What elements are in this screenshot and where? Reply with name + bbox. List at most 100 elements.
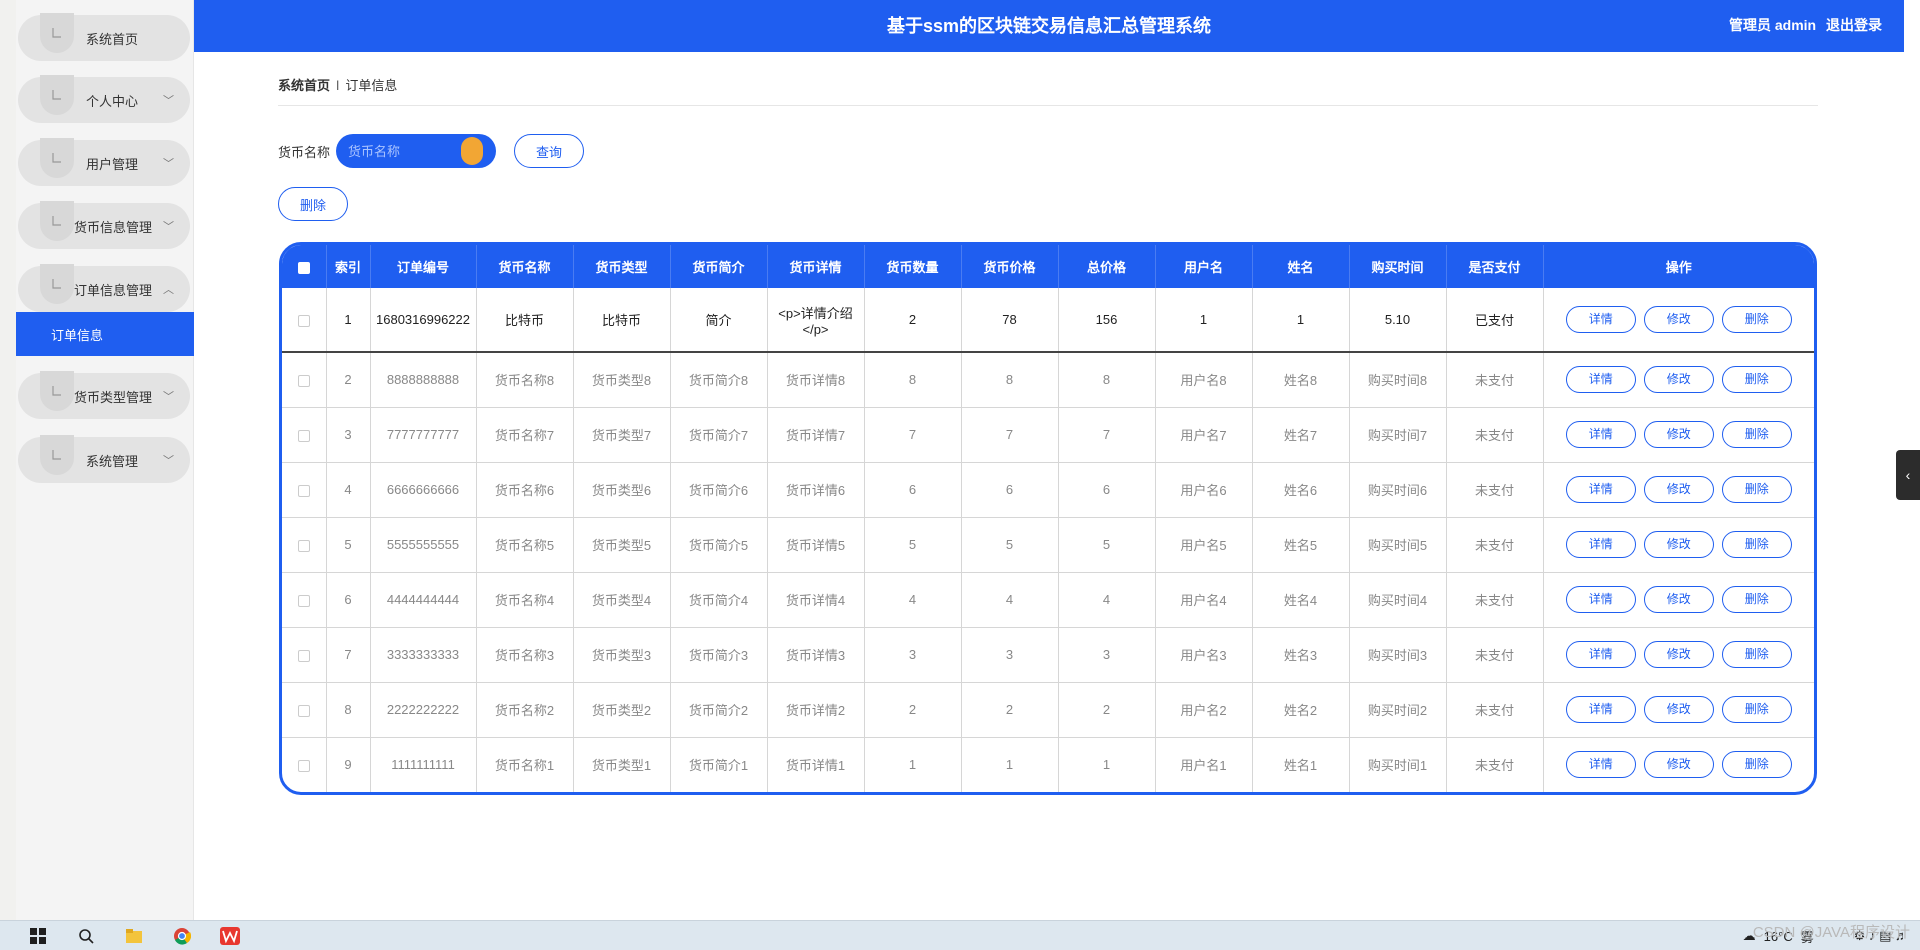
delete-button[interactable]: 删除 xyxy=(1721,641,1792,668)
row-actions: 详情 修改 删除 xyxy=(1543,737,1814,792)
delete-button[interactable]: 删除 xyxy=(1721,476,1792,503)
edit-button[interactable]: 修改 xyxy=(1643,421,1714,448)
detail-button[interactable]: 详情 xyxy=(1565,306,1636,333)
row-checkbox[interactable] xyxy=(297,759,310,772)
row-checkbox[interactable] xyxy=(297,539,310,552)
table-cell: 用户名5 xyxy=(1155,517,1253,573)
wps-icon[interactable] xyxy=(220,926,240,946)
table-cell: 5555555555 xyxy=(370,517,477,573)
windows-start-icon[interactable] xyxy=(28,926,48,946)
row-select-cell[interactable] xyxy=(282,407,327,463)
table-cell: 用户名6 xyxy=(1155,462,1253,518)
detail-button[interactable]: 详情 xyxy=(1565,476,1636,503)
table-cell: 购买时间3 xyxy=(1349,627,1447,683)
row-checkbox[interactable] xyxy=(297,429,310,442)
detail-button[interactable]: 详情 xyxy=(1565,641,1636,668)
row-checkbox[interactable] xyxy=(297,314,310,327)
sidebar-item-label: 货币类型管理 xyxy=(74,389,153,405)
edit-button[interactable]: 修改 xyxy=(1643,641,1714,668)
row-actions: 详情 修改 删除 xyxy=(1543,682,1814,738)
menu-bubble-icon xyxy=(40,201,74,241)
sidebar-item-users[interactable]: 用户管理 ﹀ xyxy=(18,138,190,186)
edit-button[interactable]: 修改 xyxy=(1643,306,1714,333)
detail-button[interactable]: 详情 xyxy=(1565,696,1636,723)
row-select-cell[interactable] xyxy=(282,737,327,792)
table-cell: 1 xyxy=(961,737,1059,792)
detail-button[interactable]: 详情 xyxy=(1565,751,1636,779)
row-select-cell[interactable] xyxy=(282,627,327,683)
delete-button[interactable]: 删除 xyxy=(1721,421,1792,448)
edit-button[interactable]: 修改 xyxy=(1643,531,1714,558)
table-row: 4 6666666666 货币名称6 货币类型6 货币简介6 货币详情6 6 6 6 用户名6 姓名… xyxy=(282,462,1814,518)
file-explorer-icon[interactable] xyxy=(124,926,144,946)
edit-button[interactable]: 修改 xyxy=(1643,476,1714,503)
sidebar-subitem-order-info[interactable]: 订单信息 xyxy=(16,312,194,356)
table-row: 2 8888888888 货币名称8 货币类型8 货币简介8 货币详情8 8 8 8 用户名8 姓名… xyxy=(282,352,1814,408)
user-area: 管理员 admin 退出登录 xyxy=(1723,0,1882,50)
sidebar-item-label: 个人中心 xyxy=(86,93,139,109)
sidebar-item-currency-info[interactable]: 货币信息管理 ﹀ xyxy=(18,201,190,249)
table-cell: 2 xyxy=(864,682,962,738)
row-select-cell[interactable] xyxy=(282,352,327,408)
sidebar-item-orders[interactable]: 订单信息管理 ︿ xyxy=(18,264,190,312)
row-select-cell[interactable] xyxy=(282,462,327,518)
sidebar-item-currency-type[interactable]: 货币类型管理 ﹀ xyxy=(18,371,190,419)
table-row: 6 4444444444 货币名称4 货币类型4 货币简介4 货币详情4 4 4 4 用户名4 姓名… xyxy=(282,572,1814,628)
table-cell: 姓名2 xyxy=(1252,682,1350,738)
table-cell: 2 xyxy=(326,352,371,408)
edit-button[interactable]: 修改 xyxy=(1643,696,1714,723)
row-select-cell[interactable] xyxy=(282,517,327,573)
detail-button[interactable]: 详情 xyxy=(1565,366,1636,394)
delete-button[interactable]: 删除 xyxy=(1721,306,1792,333)
logout-link[interactable]: 退出登录 xyxy=(1826,17,1882,33)
table-cell: 6666666666 xyxy=(370,462,477,518)
table-cell: 货币详情8 xyxy=(767,352,865,408)
edit-button[interactable]: 修改 xyxy=(1643,751,1714,779)
sidebar-item-profile[interactable]: 个人中心 ﹀ xyxy=(18,75,190,123)
row-select-cell[interactable] xyxy=(282,682,327,738)
select-all-header[interactable] xyxy=(282,245,327,288)
table-cell: 8 xyxy=(864,352,962,408)
edit-button[interactable]: 修改 xyxy=(1643,586,1714,613)
orders-table: 索引 订单编号 货币名称 货币类型 货币简介 货币详情 货币数量 货币价格 总价… xyxy=(279,242,1817,795)
row-checkbox[interactable] xyxy=(297,484,310,497)
sidebar-item-system[interactable]: 系统管理 ﹀ xyxy=(18,435,190,483)
batch-delete-button[interactable]: 删除 xyxy=(278,187,348,221)
edit-button[interactable]: 修改 xyxy=(1643,366,1714,394)
delete-button[interactable]: 删除 xyxy=(1721,531,1792,558)
chrome-icon[interactable] xyxy=(172,926,192,946)
admin-label: 管理员 admin xyxy=(1728,17,1817,33)
column-header: 索引 xyxy=(326,245,371,288)
detail-button[interactable]: 详情 xyxy=(1565,421,1636,448)
row-checkbox[interactable] xyxy=(297,594,310,607)
table-cell: 货币简介7 xyxy=(670,407,768,463)
row-checkbox[interactable] xyxy=(297,649,310,662)
table-cell: 货币详情6 xyxy=(767,462,865,518)
table-cell: 4 xyxy=(864,572,962,628)
select-all-checkbox[interactable] xyxy=(297,261,310,274)
delete-button[interactable]: 删除 xyxy=(1721,696,1792,723)
breadcrumb-home[interactable]: 系统首页 xyxy=(278,78,330,93)
delete-button[interactable]: 删除 xyxy=(1721,366,1792,394)
sidebar-item-label: 系统首页 xyxy=(86,31,139,47)
detail-button[interactable]: 详情 xyxy=(1565,531,1636,558)
table-cell: 货币简介5 xyxy=(670,517,768,573)
table-cell: 比特币 xyxy=(476,288,574,353)
table-cell: 用户名7 xyxy=(1155,407,1253,463)
detail-button[interactable]: 详情 xyxy=(1565,586,1636,613)
delete-button[interactable]: 删除 xyxy=(1721,586,1792,613)
row-checkbox[interactable] xyxy=(297,374,310,387)
row-select-cell[interactable] xyxy=(282,288,327,353)
table-cell: 货币名称7 xyxy=(476,407,574,463)
sidebar-item-label: 用户管理 xyxy=(86,156,139,172)
query-button[interactable]: 查询 xyxy=(514,134,584,168)
menu-bubble-icon xyxy=(40,264,74,304)
row-select-cell[interactable] xyxy=(282,572,327,628)
table-cell: 6 xyxy=(1058,462,1156,518)
csdn-watermark: CSDN @JAVA程序设计 xyxy=(1752,924,1910,941)
row-checkbox[interactable] xyxy=(297,704,310,717)
delete-button[interactable]: 删除 xyxy=(1721,751,1792,779)
search-icon[interactable] xyxy=(76,926,96,946)
collapse-panel-icon[interactable]: ‹ xyxy=(1896,450,1920,500)
sidebar-item-home[interactable]: 系统首页 xyxy=(18,13,190,61)
